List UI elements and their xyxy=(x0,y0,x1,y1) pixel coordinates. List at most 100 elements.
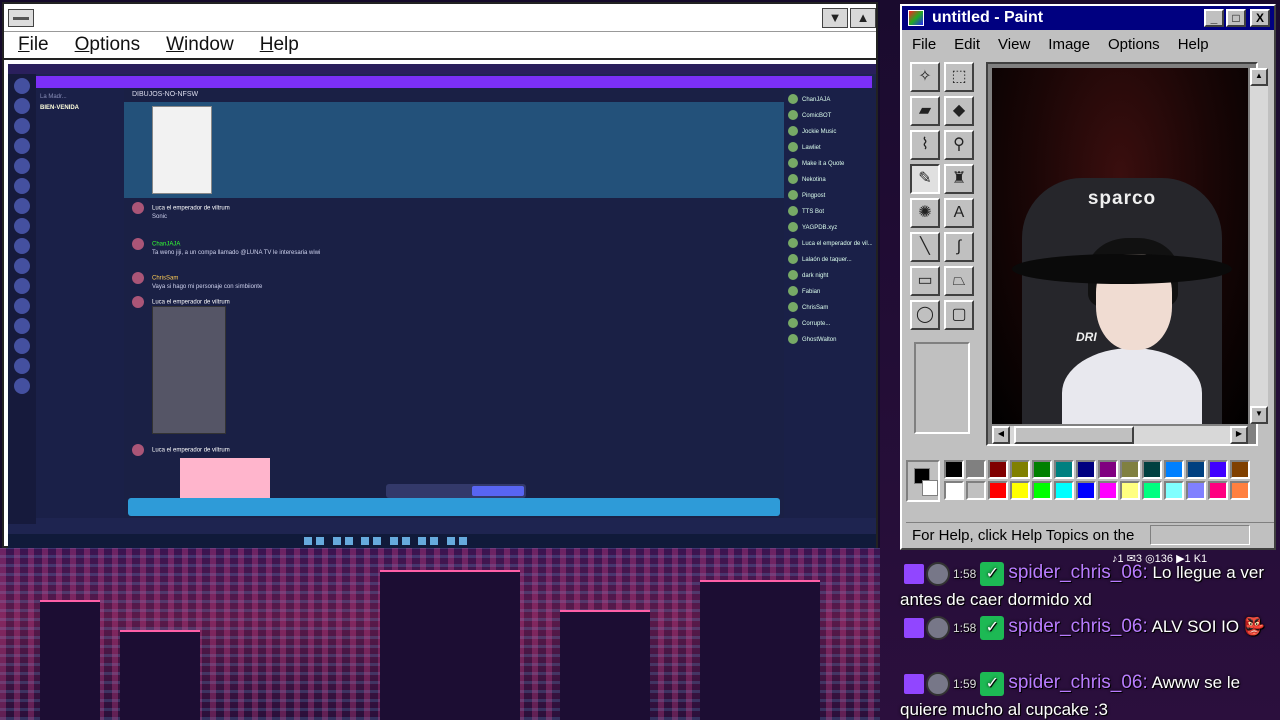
polygon-tool-icon[interactable]: ⏢ xyxy=(944,266,974,296)
avatar[interactable] xyxy=(132,444,144,456)
member-item[interactable]: ChanJAJA xyxy=(788,92,872,108)
color-swatch[interactable] xyxy=(1054,460,1074,479)
menu-file[interactable]: File xyxy=(18,34,49,56)
member-item[interactable]: ComicBOT xyxy=(788,108,872,124)
server-name[interactable]: La Madr... xyxy=(40,92,120,103)
paint-minimize-button[interactable]: _ xyxy=(1204,9,1224,27)
current-colors[interactable] xyxy=(906,460,940,502)
horizontal-scrollbar[interactable]: ◀ ▶ xyxy=(992,426,1248,444)
color-swatch[interactable] xyxy=(1208,481,1228,500)
taskbar-icon[interactable] xyxy=(458,537,467,545)
color-swatch[interactable] xyxy=(988,481,1008,500)
member-item[interactable]: TTS Bot xyxy=(788,204,872,220)
paint-canvas[interactable]: sparco DRI xyxy=(992,68,1248,424)
color-swatch[interactable] xyxy=(1076,481,1096,500)
server-icon[interactable] xyxy=(14,198,30,214)
rounded-rect-tool-icon[interactable]: ▢ xyxy=(944,300,974,330)
member-item[interactable]: Pingpost xyxy=(788,188,872,204)
taskbar-icon[interactable] xyxy=(430,537,439,545)
paint-menu-options[interactable]: Options xyxy=(1108,36,1160,53)
scroll-up-icon[interactable]: ▲ xyxy=(1250,68,1268,86)
member-item[interactable]: Make it a Quote xyxy=(788,156,872,172)
color-swatch[interactable] xyxy=(1010,460,1030,479)
member-item[interactable]: GhostWalton xyxy=(788,332,872,348)
color-swatch[interactable] xyxy=(944,460,964,479)
server-icon[interactable] xyxy=(14,218,30,234)
member-item[interactable]: YAGPDB.xyz xyxy=(788,220,872,236)
taskbar-icon[interactable] xyxy=(401,537,410,545)
avatar[interactable] xyxy=(132,202,144,214)
eraser-icon[interactable]: ▰ xyxy=(910,96,940,126)
brush-icon[interactable]: ♜ xyxy=(944,164,974,194)
maximize-button[interactable]: ▲ xyxy=(850,8,876,28)
taskbar-icon[interactable] xyxy=(373,537,382,545)
server-icon[interactable] xyxy=(14,338,30,354)
color-swatch[interactable] xyxy=(1120,481,1140,500)
color-swatch[interactable] xyxy=(1142,460,1162,479)
color-swatch[interactable] xyxy=(1164,481,1184,500)
paint-close-button[interactable]: X xyxy=(1250,9,1270,27)
rectangle-tool-icon[interactable]: ▭ xyxy=(910,266,940,296)
color-swatch[interactable] xyxy=(988,460,1008,479)
server-icon[interactable] xyxy=(14,258,30,274)
taskbar-icon[interactable] xyxy=(316,537,325,545)
color-swatch[interactable] xyxy=(1098,460,1118,479)
member-item[interactable]: Nekotina xyxy=(788,172,872,188)
text-tool-icon[interactable]: A xyxy=(944,198,974,228)
avatar[interactable] xyxy=(132,238,144,250)
member-item[interactable]: Lawliet xyxy=(788,140,872,156)
server-icon[interactable] xyxy=(14,78,30,94)
paint-menu-view[interactable]: View xyxy=(998,36,1030,53)
server-icon[interactable] xyxy=(14,318,30,334)
rect-select-icon[interactable]: ⬚ xyxy=(944,62,974,92)
free-select-icon[interactable]: ✧ xyxy=(910,62,940,92)
menu-window[interactable]: Window xyxy=(166,34,234,56)
line-tool-icon[interactable]: ╲ xyxy=(910,232,940,262)
color-swatch[interactable] xyxy=(1120,460,1140,479)
member-item[interactable]: Jockie Music xyxy=(788,124,872,140)
server-icon[interactable] xyxy=(14,138,30,154)
color-swatch[interactable] xyxy=(944,481,964,500)
color-swatch[interactable] xyxy=(1054,481,1074,500)
taskbar-icon[interactable] xyxy=(361,537,370,545)
color-swatch[interactable] xyxy=(1186,481,1206,500)
scroll-left-icon[interactable]: ◀ xyxy=(992,426,1010,444)
fill-bucket-icon[interactable]: ◆ xyxy=(944,96,974,126)
taskbar-icon[interactable] xyxy=(418,537,427,545)
channel-item[interactable]: BIEN-VENIDA xyxy=(40,103,120,114)
color-swatch[interactable] xyxy=(1076,460,1096,479)
color-swatch[interactable] xyxy=(1032,460,1052,479)
member-item[interactable]: ChrisSam xyxy=(788,300,872,316)
server-icon[interactable] xyxy=(14,378,30,394)
taskbar-icon[interactable] xyxy=(344,537,353,545)
menu-help[interactable]: Help xyxy=(260,34,299,56)
scroll-down-icon[interactable]: ▼ xyxy=(1250,406,1268,424)
server-icon[interactable] xyxy=(14,278,30,294)
server-icon[interactable] xyxy=(14,178,30,194)
paint-app-icon[interactable] xyxy=(908,10,924,26)
taskbar-icon[interactable] xyxy=(304,537,313,545)
menu-options[interactable]: Options xyxy=(75,34,140,56)
pencil-icon[interactable]: ✎ xyxy=(910,164,940,194)
color-swatch[interactable] xyxy=(1142,481,1162,500)
avatar[interactable] xyxy=(132,272,144,284)
color-swatch[interactable] xyxy=(966,460,986,479)
color-swatch[interactable] xyxy=(1186,460,1206,479)
avatar[interactable] xyxy=(132,296,144,308)
taskbar-icon[interactable] xyxy=(446,537,455,545)
server-icon[interactable] xyxy=(14,158,30,174)
curve-tool-icon[interactable]: ∫ xyxy=(944,232,974,262)
member-item[interactable]: Lalaón de taquer... xyxy=(788,252,872,268)
paint-menu-edit[interactable]: Edit xyxy=(954,36,980,53)
system-menu-button[interactable] xyxy=(8,9,34,27)
video-attachment[interactable] xyxy=(152,306,226,434)
color-swatch[interactable] xyxy=(1230,481,1250,500)
color-swatch[interactable] xyxy=(966,481,986,500)
airbrush-icon[interactable]: ✺ xyxy=(910,198,940,228)
color-swatch[interactable] xyxy=(1208,460,1228,479)
server-icon[interactable] xyxy=(14,118,30,134)
paint-maximize-button[interactable]: □ xyxy=(1226,9,1246,27)
tool-options-box[interactable] xyxy=(914,342,970,434)
scroll-thumb[interactable] xyxy=(1014,426,1134,444)
server-icon[interactable] xyxy=(14,98,30,114)
